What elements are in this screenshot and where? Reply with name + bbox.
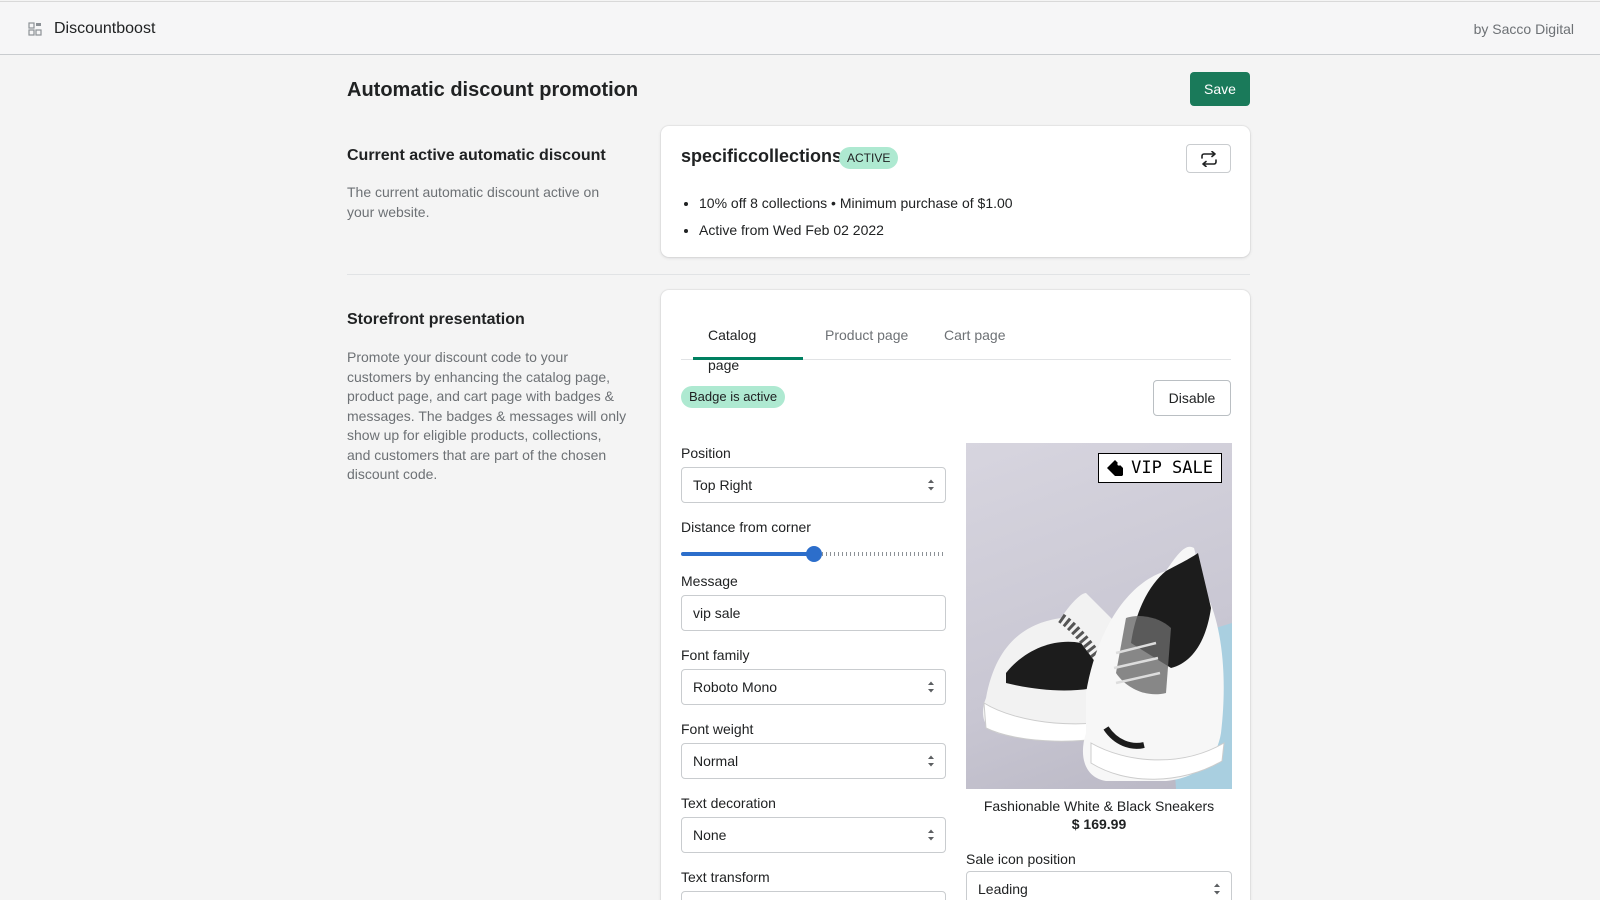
page-tabs: Catalog page Product page Cart page <box>681 320 1231 373</box>
current-discount-section-title: Current active automatic discount <box>347 147 606 164</box>
text-transform-select[interactable] <box>681 891 946 900</box>
app-grid-icon <box>28 22 42 36</box>
disable-button[interactable]: Disable <box>1153 380 1231 416</box>
tab-catalog-page[interactable]: Catalog page <box>693 320 803 373</box>
refresh-icon <box>1200 150 1217 167</box>
current-discount-card: specificcollections ACTIVE 10% off 8 col… <box>661 126 1250 257</box>
discount-detail-item: Active from Wed Feb 02 2022 <box>699 217 1013 244</box>
product-name: Fashionable White & Black Sneakers <box>983 798 1215 814</box>
price-tag-icon <box>1107 460 1124 476</box>
select-arrows-icon <box>928 479 934 491</box>
position-label: Position <box>681 445 731 461</box>
select-arrows-icon <box>928 681 934 693</box>
storefront-section-desc: Promote your discount code to your custo… <box>347 349 627 482</box>
font-family-value: Roboto Mono <box>693 679 778 695</box>
text-decoration-label: Text decoration <box>681 795 776 811</box>
storefront-section-title: Storefront presentation <box>347 311 525 328</box>
storefront-card: Catalog page Product page Cart page Badg… <box>661 290 1250 900</box>
sale-icon-position-label: Sale icon position <box>966 851 1076 867</box>
app-topbar: Discountboost by Sacco Digital <box>0 1 1600 55</box>
current-discount-section-desc: The current automatic discount active on… <box>347 184 600 220</box>
product-preview-image: VIP SALE <box>966 443 1232 789</box>
message-input[interactable]: vip sale <box>681 595 946 631</box>
font-family-label: Font family <box>681 647 750 663</box>
select-arrows-icon <box>928 829 934 841</box>
distance-label: Distance from corner <box>681 519 811 535</box>
refresh-discount-button[interactable] <box>1186 144 1231 173</box>
sneakers-illustration <box>982 546 1232 789</box>
section-divider <box>347 274 1250 275</box>
font-weight-label: Font weight <box>681 721 754 737</box>
select-arrows-icon <box>928 755 934 767</box>
slider-fill <box>681 552 814 556</box>
message-value: vip sale <box>693 605 741 621</box>
message-label: Message <box>681 573 738 589</box>
product-price: $ 169.99 <box>1071 816 1127 832</box>
status-badge: ACTIVE <box>839 147 899 169</box>
font-weight-select[interactable]: Normal <box>681 743 946 779</box>
save-button[interactable]: Save <box>1190 72 1250 106</box>
app-byline: by Sacco Digital <box>1473 21 1574 37</box>
distance-slider[interactable] <box>681 543 946 563</box>
font-weight-value: Normal <box>693 753 739 769</box>
position-value: Top Right <box>693 477 753 493</box>
sale-icon-position-select[interactable]: Leading <box>966 871 1232 900</box>
select-arrows-icon <box>1214 883 1220 895</box>
position-select[interactable]: Top Right <box>681 467 946 503</box>
badge-status: Badge is active <box>681 386 786 408</box>
text-transform-label: Text transform <box>681 869 770 885</box>
slider-track <box>821 552 946 556</box>
text-decoration-value: None <box>693 827 727 843</box>
text-decoration-select[interactable]: None <box>681 817 946 853</box>
font-family-select[interactable]: Roboto Mono <box>681 669 946 705</box>
discount-detail-item: 10% off 8 collections • Minimum purchase… <box>699 190 1013 217</box>
preview-sale-badge: VIP SALE <box>1098 453 1222 483</box>
discount-details: 10% off 8 collections • Minimum purchase… <box>699 190 1013 244</box>
slider-thumb[interactable] <box>805 546 822 562</box>
sale-icon-position-value: Leading <box>978 881 1028 897</box>
tab-product-page[interactable]: Product page <box>810 320 923 360</box>
tab-cart-page[interactable]: Cart page <box>929 320 1020 360</box>
page-title: Automatic discount promotion <box>347 79 639 101</box>
app-name: Discountboost <box>54 20 156 37</box>
preview-badge-text: VIP SALE <box>1131 458 1213 478</box>
discount-name: specificcollections <box>681 146 843 166</box>
